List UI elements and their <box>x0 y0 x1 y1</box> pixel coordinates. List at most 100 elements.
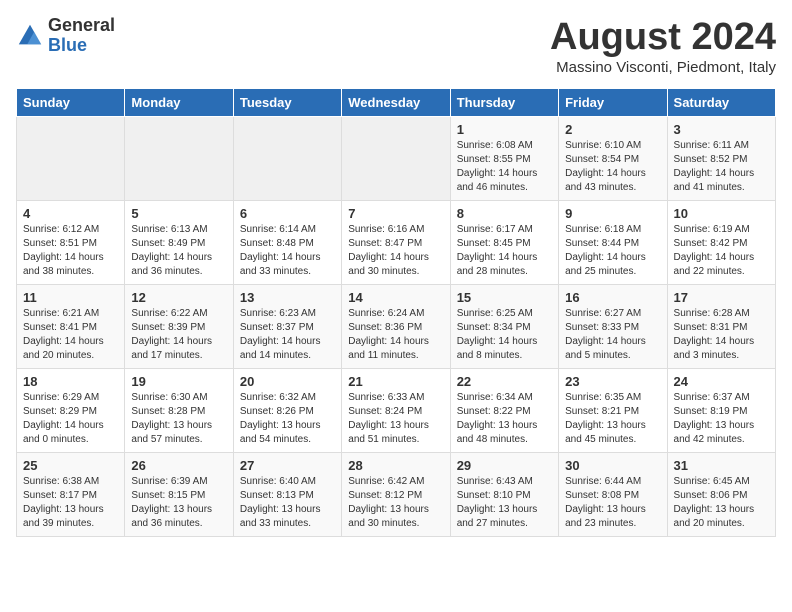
day-number: 28 <box>348 458 443 473</box>
header-row: SundayMondayTuesdayWednesdayThursdayFrid… <box>17 89 776 117</box>
calendar-cell <box>342 117 450 201</box>
day-content: Sunrise: 6:28 AM Sunset: 8:31 PM Dayligh… <box>674 307 769 363</box>
week-row-4: 18 Sunrise: 6:29 AM Sunset: 8:29 PM Dayli… <box>17 369 776 453</box>
day-number: 20 <box>240 374 335 389</box>
calendar-cell: 13Sunrise: 6:23 AM Sunset: 8:37 PM Dayli… <box>233 285 341 369</box>
location-subtitle: Massino Visconti, Piedmont, Italy <box>550 59 776 76</box>
day-number: 29 <box>457 458 552 473</box>
calendar-cell: 30 Sunrise: 6:44 AM Sunset: 8:08 PM Dayli… <box>559 453 667 537</box>
week-row-5: 25 Sunrise: 6:38 AM Sunset: 8:17 PM Dayli… <box>17 453 776 537</box>
column-header-saturday: Saturday <box>667 89 775 117</box>
calendar-cell: 29 Sunrise: 6:43 AM Sunset: 8:10 PM Dayli… <box>450 453 558 537</box>
calendar-cell: 20 Sunrise: 6:32 AM Sunset: 8:26 PM Dayli… <box>233 369 341 453</box>
month-year-title: August 2024 <box>550 16 776 59</box>
day-content: Sunrise: 6:08 AM Sunset: 8:55 PM Dayligh… <box>457 139 552 195</box>
calendar-cell: 27Sunrise: 6:40 AM Sunset: 8:13 PM Dayli… <box>233 453 341 537</box>
day-number: 9 <box>565 206 660 221</box>
calendar-cell: 31 Sunrise: 6:45 AM Sunset: 8:06 PM Dayli… <box>667 453 775 537</box>
day-content: Sunrise: 6:32 AM Sunset: 8:26 PM Dayligh… <box>240 391 335 447</box>
day-number: 5 <box>131 206 226 221</box>
day-content: Sunrise: 6:42 AM Sunset: 8:12 PM Dayligh… <box>348 475 443 531</box>
calendar-header: SundayMondayTuesdayWednesdayThursdayFrid… <box>17 89 776 117</box>
day-content: Sunrise: 6:12 AM Sunset: 8:51 PM Dayligh… <box>23 223 118 279</box>
day-number: 8 <box>457 206 552 221</box>
calendar-cell: 1 Sunrise: 6:08 AM Sunset: 8:55 PM Daylig… <box>450 117 558 201</box>
logo-blue-text: Blue <box>48 36 115 56</box>
day-number: 31 <box>674 458 769 473</box>
day-number: 19 <box>131 374 226 389</box>
calendar-cell: 10Sunrise: 6:19 AM Sunset: 8:42 PM Dayli… <box>667 201 775 285</box>
calendar-cell: 5 Sunrise: 6:13 AM Sunset: 8:49 PM Daylig… <box>125 201 233 285</box>
calendar-cell: 7 Sunrise: 6:16 AM Sunset: 8:47 PM Daylig… <box>342 201 450 285</box>
day-number: 21 <box>348 374 443 389</box>
day-content: Sunrise: 6:17 AM Sunset: 8:45 PM Dayligh… <box>457 223 552 279</box>
calendar-cell: 9 Sunrise: 6:18 AM Sunset: 8:44 PM Daylig… <box>559 201 667 285</box>
day-number: 18 <box>23 374 118 389</box>
day-number: 24 <box>674 374 769 389</box>
calendar-cell: 19 Sunrise: 6:30 AM Sunset: 8:28 PM Dayli… <box>125 369 233 453</box>
day-number: 7 <box>348 206 443 221</box>
day-content: Sunrise: 6:21 AM Sunset: 8:41 PM Dayligh… <box>23 307 118 363</box>
calendar-cell: 2Sunrise: 6:10 AM Sunset: 8:54 PM Daylig… <box>559 117 667 201</box>
calendar-cell: 17 Sunrise: 6:28 AM Sunset: 8:31 PM Dayli… <box>667 285 775 369</box>
calendar-cell: 4 Sunrise: 6:12 AM Sunset: 8:51 PM Daylig… <box>17 201 125 285</box>
calendar-body: 1 Sunrise: 6:08 AM Sunset: 8:55 PM Daylig… <box>17 117 776 537</box>
calendar-table: SundayMondayTuesdayWednesdayThursdayFrid… <box>16 88 776 537</box>
day-content: Sunrise: 6:19 AM Sunset: 8:42 PM Dayligh… <box>674 223 769 279</box>
day-number: 11 <box>23 290 118 305</box>
calendar-cell: 24 Sunrise: 6:37 AM Sunset: 8:19 PM Dayli… <box>667 369 775 453</box>
column-header-tuesday: Tuesday <box>233 89 341 117</box>
column-header-thursday: Thursday <box>450 89 558 117</box>
day-number: 16 <box>565 290 660 305</box>
calendar-cell: 3Sunrise: 6:11 AM Sunset: 8:52 PM Daylig… <box>667 117 775 201</box>
calendar-cell: 14 Sunrise: 6:24 AM Sunset: 8:36 PM Dayli… <box>342 285 450 369</box>
calendar-cell: 28 Sunrise: 6:42 AM Sunset: 8:12 PM Dayli… <box>342 453 450 537</box>
day-number: 25 <box>23 458 118 473</box>
calendar-cell: 26Sunrise: 6:39 AM Sunset: 8:15 PM Dayli… <box>125 453 233 537</box>
day-content: Sunrise: 6:30 AM Sunset: 8:28 PM Dayligh… <box>131 391 226 447</box>
calendar-cell <box>125 117 233 201</box>
day-content: Sunrise: 6:22 AM Sunset: 8:39 PM Dayligh… <box>131 307 226 363</box>
column-header-sunday: Sunday <box>17 89 125 117</box>
day-number: 30 <box>565 458 660 473</box>
day-content: Sunrise: 6:33 AM Sunset: 8:24 PM Dayligh… <box>348 391 443 447</box>
day-content: Sunrise: 6:13 AM Sunset: 8:49 PM Dayligh… <box>131 223 226 279</box>
calendar-cell: 15Sunrise: 6:25 AM Sunset: 8:34 PM Dayli… <box>450 285 558 369</box>
day-number: 1 <box>457 122 552 137</box>
day-number: 12 <box>131 290 226 305</box>
calendar-cell: 21 Sunrise: 6:33 AM Sunset: 8:24 PM Dayli… <box>342 369 450 453</box>
day-number: 13 <box>240 290 335 305</box>
day-content: Sunrise: 6:24 AM Sunset: 8:36 PM Dayligh… <box>348 307 443 363</box>
calendar-cell: 16Sunrise: 6:27 AM Sunset: 8:33 PM Dayli… <box>559 285 667 369</box>
day-number: 2 <box>565 122 660 137</box>
day-content: Sunrise: 6:38 AM Sunset: 8:17 PM Dayligh… <box>23 475 118 531</box>
calendar-cell: 23Sunrise: 6:35 AM Sunset: 8:21 PM Dayli… <box>559 369 667 453</box>
day-number: 4 <box>23 206 118 221</box>
day-number: 17 <box>674 290 769 305</box>
week-row-3: 11 Sunrise: 6:21 AM Sunset: 8:41 PM Dayli… <box>17 285 776 369</box>
day-content: Sunrise: 6:45 AM Sunset: 8:06 PM Dayligh… <box>674 475 769 531</box>
calendar-cell: 11 Sunrise: 6:21 AM Sunset: 8:41 PM Dayli… <box>17 285 125 369</box>
day-content: Sunrise: 6:29 AM Sunset: 8:29 PM Dayligh… <box>23 391 118 447</box>
day-number: 14 <box>348 290 443 305</box>
day-content: Sunrise: 6:16 AM Sunset: 8:47 PM Dayligh… <box>348 223 443 279</box>
calendar-cell <box>17 117 125 201</box>
title-area: August 2024 Massino Visconti, Piedmont, … <box>550 16 776 76</box>
column-header-friday: Friday <box>559 89 667 117</box>
day-content: Sunrise: 6:37 AM Sunset: 8:19 PM Dayligh… <box>674 391 769 447</box>
day-content: Sunrise: 6:40 AM Sunset: 8:13 PM Dayligh… <box>240 475 335 531</box>
day-number: 6 <box>240 206 335 221</box>
calendar-cell: 6 Sunrise: 6:14 AM Sunset: 8:48 PM Daylig… <box>233 201 341 285</box>
logo: General Blue <box>16 16 115 56</box>
day-content: Sunrise: 6:14 AM Sunset: 8:48 PM Dayligh… <box>240 223 335 279</box>
day-number: 15 <box>457 290 552 305</box>
day-number: 22 <box>457 374 552 389</box>
day-content: Sunrise: 6:43 AM Sunset: 8:10 PM Dayligh… <box>457 475 552 531</box>
day-number: 3 <box>674 122 769 137</box>
calendar-cell <box>233 117 341 201</box>
calendar-cell: 8 Sunrise: 6:17 AM Sunset: 8:45 PM Daylig… <box>450 201 558 285</box>
day-content: Sunrise: 6:35 AM Sunset: 8:21 PM Dayligh… <box>565 391 660 447</box>
day-content: Sunrise: 6:18 AM Sunset: 8:44 PM Dayligh… <box>565 223 660 279</box>
day-content: Sunrise: 6:44 AM Sunset: 8:08 PM Dayligh… <box>565 475 660 531</box>
logo-text: General Blue <box>48 16 115 56</box>
